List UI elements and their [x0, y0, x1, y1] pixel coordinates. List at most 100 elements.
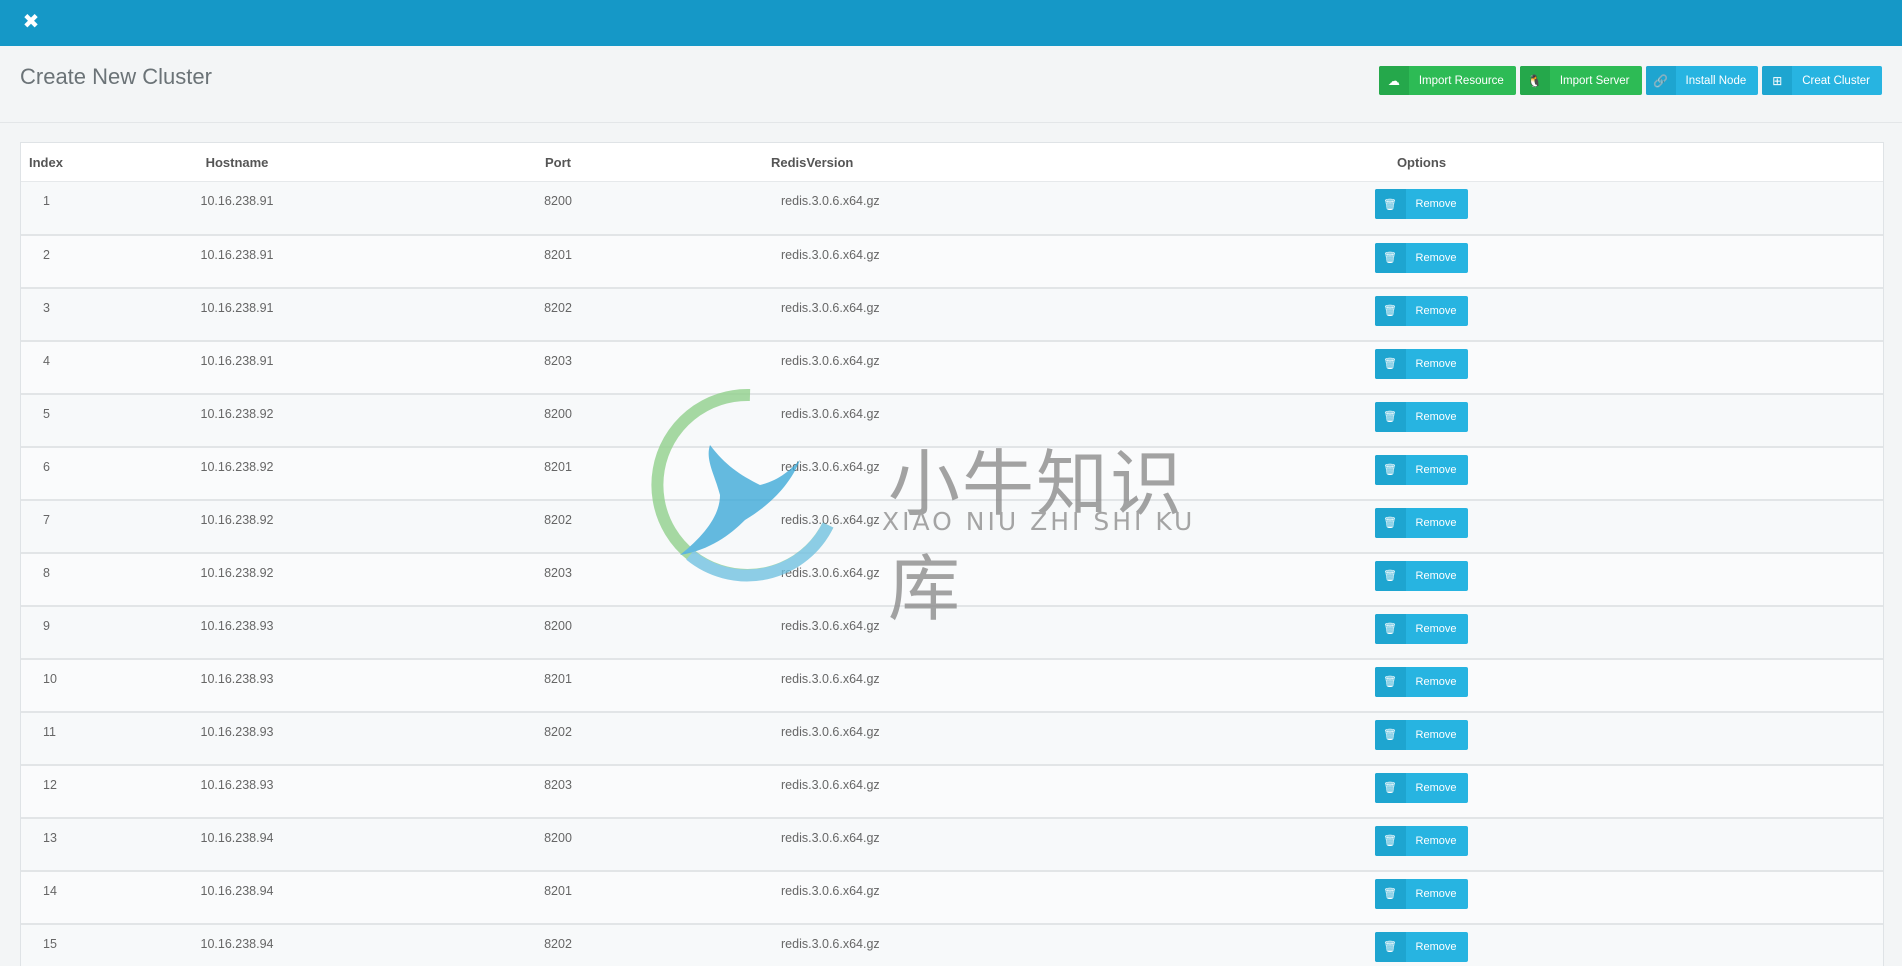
install-node-label: Install Node	[1676, 66, 1759, 95]
cell-index: 11	[21, 712, 126, 765]
trash-icon: 🗑	[1375, 189, 1406, 219]
column-header-options: Options	[960, 143, 1883, 182]
cell-options: 🗑Remove	[960, 712, 1883, 765]
remove-button[interactable]: 🗑Remove	[1375, 189, 1469, 219]
table-row: 1410.16.238.948201redis.3.0.6.x64.gz🗑Rem…	[21, 871, 1883, 924]
cell-port: 8201	[348, 447, 768, 500]
create-cluster-label: Creat Cluster	[1792, 66, 1882, 95]
cell-options: 🗑Remove	[960, 924, 1883, 966]
remove-label: Remove	[1406, 826, 1469, 856]
cell-hostname: 10.16.238.93	[126, 712, 348, 765]
table-row: 1210.16.238.938203redis.3.0.6.x64.gz🗑Rem…	[21, 765, 1883, 818]
cell-port: 8201	[348, 235, 768, 288]
cell-redis-version: redis.3.0.6.x64.gz	[768, 182, 960, 235]
table-row: 1010.16.238.938201redis.3.0.6.x64.gz🗑Rem…	[21, 659, 1883, 712]
column-header-hostname: Hostname	[126, 143, 348, 182]
top-nav-bar: ✖	[0, 0, 1902, 46]
remove-label: Remove	[1406, 561, 1469, 591]
cell-options: 🗑Remove	[960, 394, 1883, 447]
cell-hostname: 10.16.238.92	[126, 447, 348, 500]
cell-index: 3	[21, 288, 126, 341]
remove-label: Remove	[1406, 879, 1469, 909]
trash-icon: 🗑	[1375, 508, 1406, 538]
remove-button[interactable]: 🗑Remove	[1375, 402, 1469, 432]
remove-label: Remove	[1406, 773, 1469, 803]
remove-button[interactable]: 🗑Remove	[1375, 455, 1469, 485]
cell-hostname: 10.16.238.92	[126, 500, 348, 553]
cell-port: 8202	[348, 924, 768, 966]
create-cluster-button[interactable]: ⊞ Creat Cluster	[1762, 66, 1882, 95]
remove-button[interactable]: 🗑Remove	[1375, 561, 1469, 591]
import-resource-button[interactable]: ☁ Import Resource	[1379, 66, 1516, 95]
remove-label: Remove	[1406, 243, 1469, 273]
cell-redis-version: redis.3.0.6.x64.gz	[768, 500, 960, 553]
remove-button[interactable]: 🗑Remove	[1375, 614, 1469, 644]
remove-button[interactable]: 🗑Remove	[1375, 932, 1469, 962]
cell-redis-version: redis.3.0.6.x64.gz	[768, 394, 960, 447]
trash-icon: 🗑	[1375, 932, 1406, 962]
remove-button[interactable]: 🗑Remove	[1375, 720, 1469, 750]
cell-index: 9	[21, 606, 126, 659]
table-row: 210.16.238.918201redis.3.0.6.x64.gz🗑Remo…	[21, 235, 1883, 288]
table-row: 1510.16.238.948202redis.3.0.6.x64.gz🗑Rem…	[21, 924, 1883, 966]
cell-index: 1	[21, 182, 126, 235]
cell-redis-version: redis.3.0.6.x64.gz	[768, 871, 960, 924]
table-row: 610.16.238.928201redis.3.0.6.x64.gz🗑Remo…	[21, 447, 1883, 500]
cloud-upload-icon: ☁	[1379, 66, 1409, 95]
cell-hostname: 10.16.238.91	[126, 182, 348, 235]
cell-options: 🗑Remove	[960, 341, 1883, 394]
cell-redis-version: redis.3.0.6.x64.gz	[768, 924, 960, 966]
remove-button[interactable]: 🗑Remove	[1375, 296, 1469, 326]
nodes-table: Index Hostname Port RedisVersion Options…	[21, 143, 1883, 966]
cell-redis-version: redis.3.0.6.x64.gz	[768, 447, 960, 500]
page-header: Create New Cluster ☁ Import Resource 🐧 I…	[0, 46, 1902, 123]
trash-icon: 🗑	[1375, 243, 1406, 273]
install-node-button[interactable]: 🔗 Install Node	[1646, 66, 1759, 95]
table-row: 510.16.238.928200redis.3.0.6.x64.gz🗑Remo…	[21, 394, 1883, 447]
cell-hostname: 10.16.238.92	[126, 553, 348, 606]
cell-port: 8200	[348, 182, 768, 235]
cell-options: 🗑Remove	[960, 553, 1883, 606]
column-header-redis-version: RedisVersion	[768, 143, 960, 182]
cell-index: 10	[21, 659, 126, 712]
cell-port: 8202	[348, 500, 768, 553]
cell-hostname: 10.16.238.94	[126, 871, 348, 924]
import-server-button[interactable]: 🐧 Import Server	[1520, 66, 1642, 95]
action-buttons: ☁ Import Resource 🐧 Import Server 🔗 Inst…	[1379, 66, 1882, 95]
remove-button[interactable]: 🗑Remove	[1375, 349, 1469, 379]
cell-port: 8201	[348, 871, 768, 924]
remove-button[interactable]: 🗑Remove	[1375, 508, 1469, 538]
trash-icon: 🗑	[1375, 455, 1406, 485]
remove-button[interactable]: 🗑Remove	[1375, 243, 1469, 273]
cell-index: 15	[21, 924, 126, 966]
cell-hostname: 10.16.238.91	[126, 288, 348, 341]
table-row: 110.16.238.918200redis.3.0.6.x64.gz 🗑Remo…	[21, 182, 1883, 235]
remove-button[interactable]: 🗑Remove	[1375, 879, 1469, 909]
cell-index: 13	[21, 818, 126, 871]
trash-icon: 🗑	[1375, 720, 1406, 750]
remove-label: Remove	[1406, 720, 1469, 750]
cell-index: 5	[21, 394, 126, 447]
cell-options: 🗑Remove	[960, 659, 1883, 712]
remove-label: Remove	[1406, 349, 1469, 379]
remove-label: Remove	[1406, 508, 1469, 538]
cell-port: 8202	[348, 712, 768, 765]
remove-button[interactable]: 🗑Remove	[1375, 667, 1469, 697]
trash-icon: 🗑	[1375, 614, 1406, 644]
cell-port: 8202	[348, 288, 768, 341]
app-logo-icon[interactable]: ✖	[20, 11, 42, 33]
table-row: 1310.16.238.948200redis.3.0.6.x64.gz🗑Rem…	[21, 818, 1883, 871]
link-icon: 🔗	[1646, 66, 1676, 95]
cell-hostname: 10.16.238.91	[126, 341, 348, 394]
remove-label: Remove	[1406, 402, 1469, 432]
cell-port: 8201	[348, 659, 768, 712]
trash-icon: 🗑	[1375, 296, 1406, 326]
cell-port: 8200	[348, 394, 768, 447]
table-row: 910.16.238.938200redis.3.0.6.x64.gz🗑Remo…	[21, 606, 1883, 659]
page-title: Create New Cluster	[20, 64, 212, 90]
cell-redis-version: redis.3.0.6.x64.gz	[768, 818, 960, 871]
remove-button[interactable]: 🗑Remove	[1375, 826, 1469, 856]
trash-icon: 🗑	[1375, 826, 1406, 856]
remove-button[interactable]: 🗑Remove	[1375, 773, 1469, 803]
cell-redis-version: redis.3.0.6.x64.gz	[768, 712, 960, 765]
